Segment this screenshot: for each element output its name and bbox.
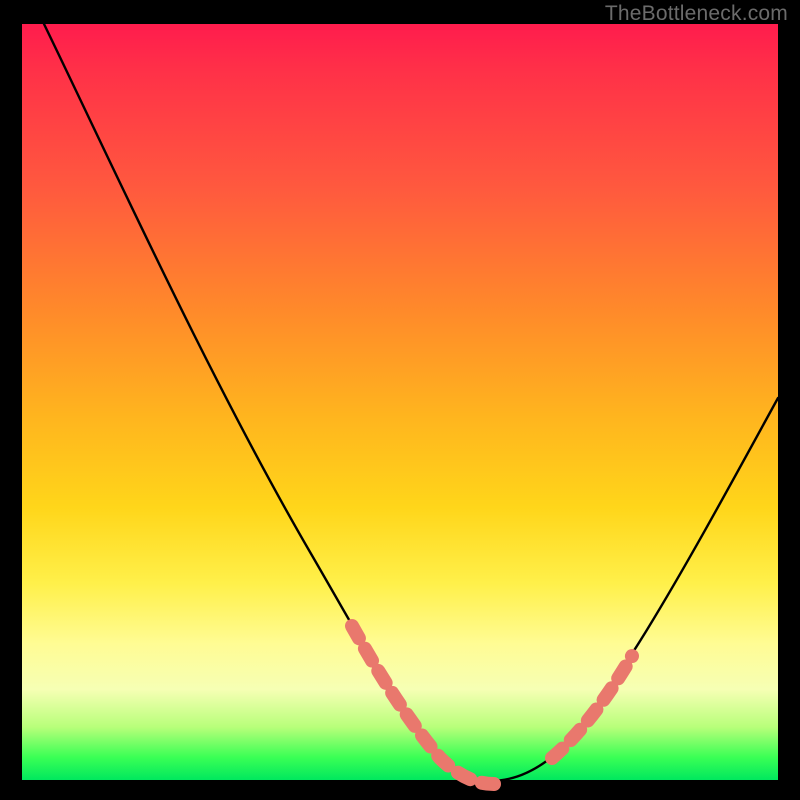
chart-frame: TheBottleneck.com	[0, 0, 800, 800]
watermark-text: TheBottleneck.com	[605, 2, 788, 26]
chart-gradient-background	[22, 24, 778, 780]
